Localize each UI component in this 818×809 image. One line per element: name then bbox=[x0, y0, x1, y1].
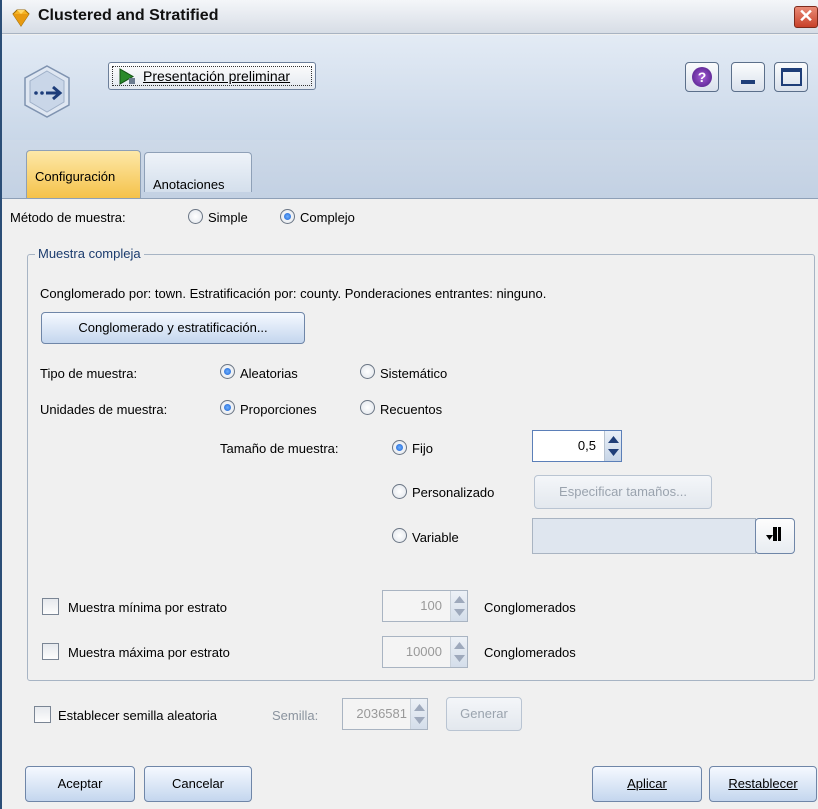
seed-arrows[interactable] bbox=[410, 699, 427, 729]
sample-type-systematic-label: Sistemático bbox=[380, 366, 448, 381]
close-button[interactable]: ✕ bbox=[794, 6, 818, 28]
complex-sample-legend: Muestra compleja bbox=[35, 246, 144, 261]
sample-units-label: Unidades de muestra: bbox=[40, 402, 168, 417]
preview-button-label: Presentación preliminar bbox=[143, 68, 291, 84]
dialog-window: Clustered and Stratified ✕ Presentación … bbox=[0, 0, 818, 809]
method-label: Método de muestra: bbox=[10, 210, 126, 225]
cluster-stratify-button[interactable]: Conglomerado y estratificación... bbox=[41, 312, 305, 344]
method-complex-radio[interactable] bbox=[280, 209, 295, 224]
reset-button[interactable]: Restablecer bbox=[709, 766, 817, 802]
cancel-button[interactable]: Cancelar bbox=[144, 766, 252, 802]
sample-type-label: Tipo de muestra: bbox=[40, 366, 138, 381]
fixed-size-value: 0,5 bbox=[577, 438, 596, 453]
tab-configuracion[interactable]: Configuración bbox=[26, 150, 141, 198]
max-per-stratum-checkbox[interactable] bbox=[42, 643, 59, 660]
sample-size-variable-label: Variable bbox=[412, 530, 459, 545]
spin-arrows-icon bbox=[454, 642, 465, 662]
method-simple-label: Simple bbox=[208, 210, 248, 225]
min-per-stratum-unit: Conglomerados bbox=[484, 600, 576, 615]
generate-seed-button[interactable]: Generar bbox=[446, 697, 522, 731]
min-per-stratum-checkbox[interactable] bbox=[42, 598, 59, 615]
maximize-icon bbox=[781, 68, 802, 86]
sample-units-proportions-radio[interactable] bbox=[220, 400, 235, 415]
seed-label: Semilla: bbox=[272, 708, 319, 723]
sample-units-proportions-label: Proporciones bbox=[240, 402, 317, 417]
tab-anotaciones[interactable]: Anotaciones bbox=[144, 152, 252, 192]
sample-units-counts-radio[interactable] bbox=[360, 400, 375, 415]
sample-size-custom-radio[interactable] bbox=[392, 484, 407, 499]
min-per-stratum-label: Muestra mínima por estrato bbox=[68, 600, 227, 615]
min-per-stratum-value: 100 bbox=[420, 598, 442, 613]
help-icon: ? bbox=[692, 67, 712, 87]
sample-size-variable-radio[interactable] bbox=[392, 528, 407, 543]
variable-field[interactable] bbox=[532, 518, 756, 554]
sample-type-random-label: Aleatorias bbox=[240, 366, 298, 381]
minimize-button[interactable] bbox=[731, 62, 765, 92]
sample-size-fixed-label: Fijo bbox=[412, 441, 433, 456]
cluster-summary: Conglomerado por: town. Estratificación … bbox=[40, 286, 547, 301]
max-per-stratum-label: Muestra máxima por estrato bbox=[68, 645, 230, 660]
variable-picker-button[interactable] bbox=[755, 518, 795, 554]
apply-button[interactable]: Aplicar bbox=[592, 766, 702, 802]
method-complex-label: Complejo bbox=[300, 210, 355, 225]
max-per-stratum-value: 10000 bbox=[405, 644, 442, 659]
spin-arrows-icon bbox=[454, 596, 465, 616]
window-title: Clustered and Stratified bbox=[38, 7, 219, 24]
sample-type-systematic-radio[interactable] bbox=[360, 364, 375, 379]
method-simple-radio[interactable] bbox=[188, 209, 203, 224]
play-icon bbox=[119, 68, 135, 85]
spin-arrows-icon bbox=[608, 436, 619, 456]
specify-sizes-button[interactable]: Especificar tamaños... bbox=[534, 475, 712, 509]
ok-button[interactable]: Aceptar bbox=[25, 766, 135, 802]
max-per-stratum-arrows[interactable] bbox=[450, 637, 467, 667]
spin-arrows-icon bbox=[414, 704, 425, 724]
seed-value: 2036581 bbox=[356, 706, 407, 721]
sample-size-label: Tamaño de muestra: bbox=[220, 441, 339, 456]
random-seed-checkbox[interactable] bbox=[34, 706, 51, 723]
minimize-icon bbox=[741, 80, 755, 84]
sample-type-random-radio[interactable] bbox=[220, 364, 235, 379]
min-per-stratum-arrows[interactable] bbox=[450, 591, 467, 621]
sample-size-fixed-radio[interactable] bbox=[392, 440, 407, 455]
sample-size-custom-label: Personalizado bbox=[412, 485, 495, 500]
max-per-stratum-unit: Conglomerados bbox=[484, 645, 576, 660]
sample-node-icon bbox=[24, 65, 70, 118]
fixed-size-arrows[interactable] bbox=[604, 431, 621, 461]
field-picker-icon bbox=[766, 527, 781, 541]
sample-units-counts-label: Recuentos bbox=[380, 402, 443, 417]
sample-node-gem-icon bbox=[12, 9, 30, 27]
random-seed-label: Establecer semilla aleatoria bbox=[58, 708, 217, 723]
